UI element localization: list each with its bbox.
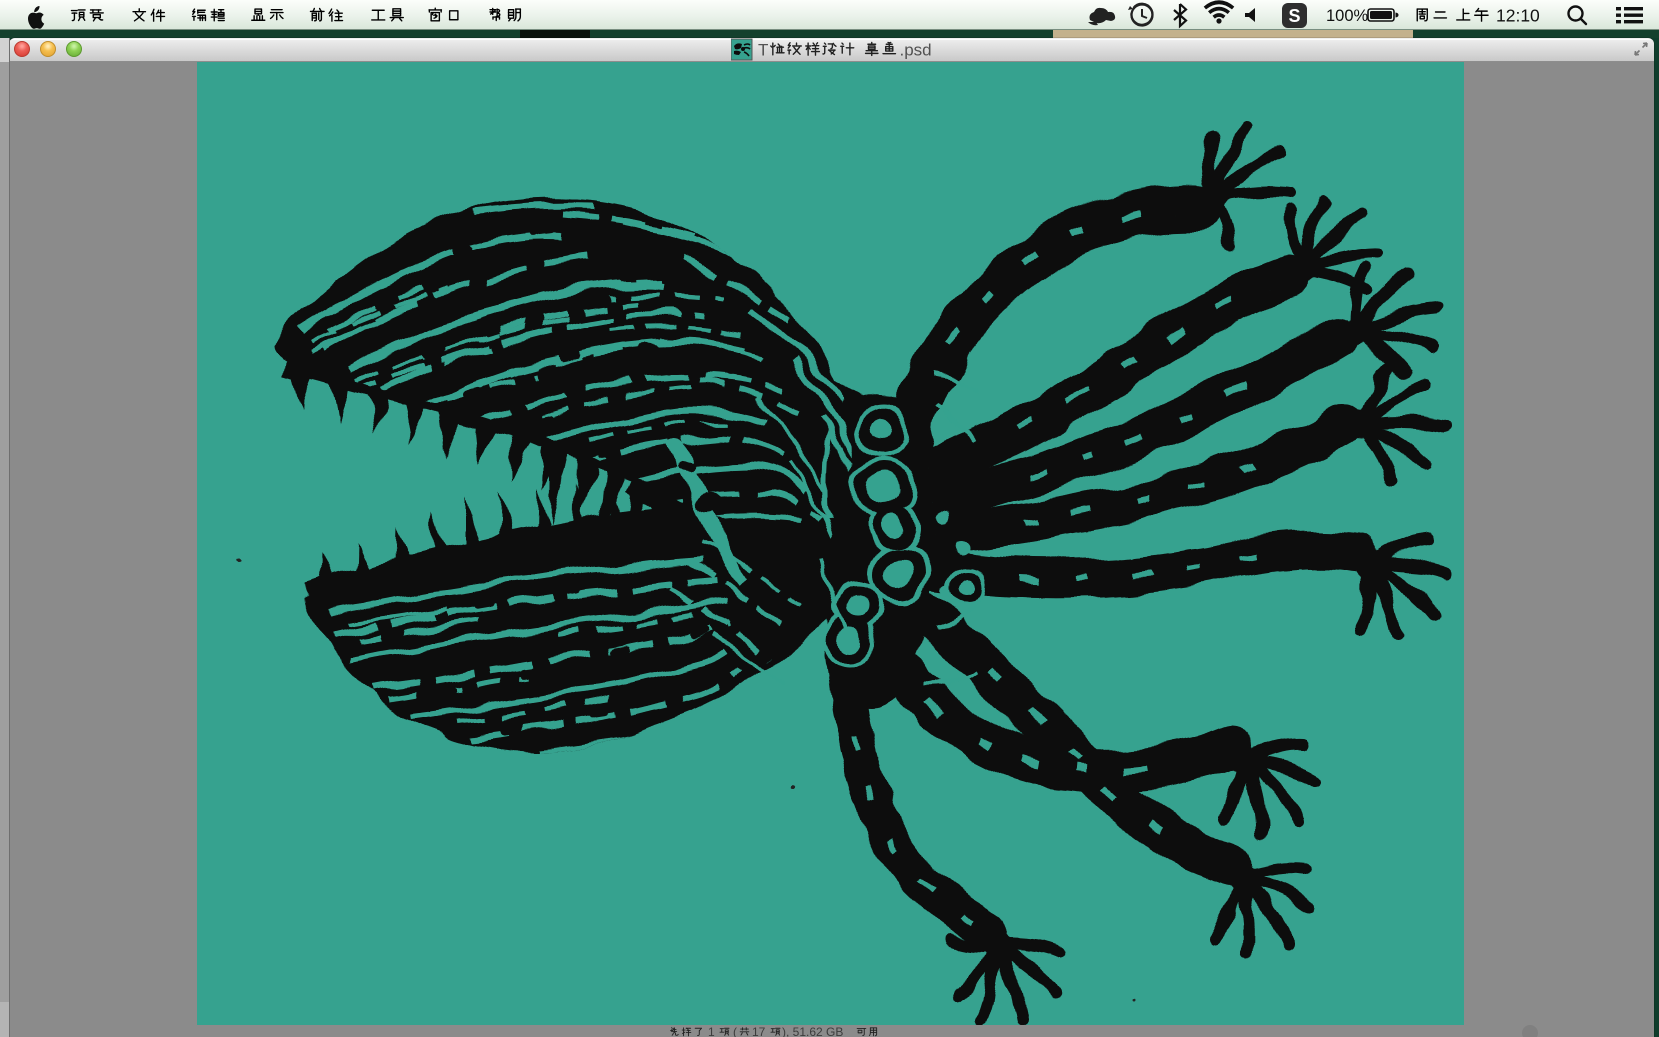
svg-text:1: 1 [708, 1025, 715, 1037]
svg-text:S: S [1288, 6, 1300, 26]
svg-text:100%: 100% [1326, 7, 1369, 25]
svg-text:.psd: .psd [900, 41, 932, 60]
svg-text:), 51.62 GB: ), 51.62 GB [782, 1025, 843, 1037]
svg-text:12:10: 12:10 [1496, 6, 1540, 26]
svg-text:T: T [758, 41, 768, 60]
svg-text:(: ( [733, 1025, 737, 1037]
svg-text:17: 17 [752, 1025, 766, 1037]
